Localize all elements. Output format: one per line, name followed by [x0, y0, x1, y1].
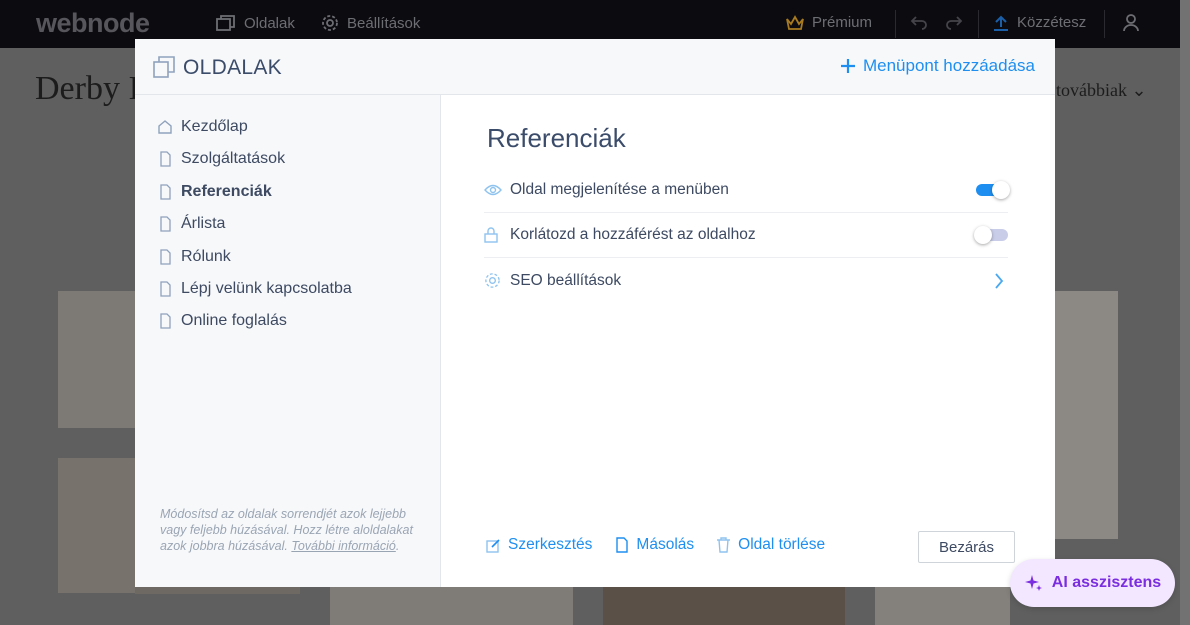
- copy-label: Másolás: [636, 536, 695, 553]
- selected-page-title: Referenciák: [487, 123, 626, 153]
- page-item-rolunk[interactable]: Rólunk: [157, 245, 231, 269]
- bg-image: [603, 587, 845, 625]
- trash-icon: [717, 537, 731, 553]
- delete-page-button[interactable]: Oldal törlése: [716, 536, 825, 554]
- undo-icon: [910, 16, 927, 30]
- plus-icon: [840, 59, 855, 73]
- webnode-logo: webnode: [36, 8, 150, 38]
- page-item-arlista[interactable]: Árlista: [157, 212, 225, 236]
- page-item-online-foglalas[interactable]: Online foglalás: [157, 309, 287, 333]
- modal-header: OLDALAK Menüpont hozzáadása: [135, 39, 1055, 95]
- bg-image: [330, 587, 573, 625]
- page-item-szolgaltatasok[interactable]: Szolgáltatások: [157, 147, 285, 171]
- redo-icon: [946, 16, 963, 30]
- premium-button[interactable]: Prémium: [786, 14, 872, 31]
- restrict-access-row[interactable]: Korlátozd a hozzáférést az oldalhoz: [484, 213, 1008, 258]
- add-menu-item-label: Menüpont hozzáadása: [862, 56, 1035, 75]
- account-button[interactable]: [1122, 14, 1140, 32]
- ai-assistant-button[interactable]: AI asszisztens: [1010, 559, 1175, 607]
- delete-page-label: Oldal törlése: [738, 536, 826, 553]
- toggle-knob: [974, 226, 992, 244]
- bg-image: [58, 291, 135, 428]
- ai-assistant-label: AI asszisztens: [1051, 574, 1162, 591]
- reorder-hint: Módosítsd az oldalak sorrendjét azok lej…: [160, 506, 425, 554]
- hint-end: .: [395, 539, 400, 553]
- copy-icon: [616, 537, 629, 553]
- page-item-label: Rólunk: [181, 248, 231, 265]
- sparkle-icon: [1024, 575, 1042, 591]
- site-menu-more-label: továbbiak: [1056, 80, 1127, 100]
- bg-image: [135, 587, 300, 594]
- nav-settings-label: Beállítások: [347, 14, 421, 32]
- home-icon: [158, 120, 172, 134]
- publish-label: Közzétesz: [1017, 14, 1087, 31]
- divider: [1104, 10, 1105, 38]
- pages-modal: OLDALAK Menüpont hozzáadása Kezdőlap Szo…: [135, 39, 1055, 587]
- upload-icon: [994, 15, 1008, 31]
- page-item-referenciak[interactable]: Referenciák: [157, 180, 272, 204]
- undo-button[interactable]: [910, 14, 928, 30]
- seo-settings-row[interactable]: SEO beállítások: [484, 258, 1008, 303]
- user-icon: [1123, 14, 1139, 32]
- lock-icon: [484, 227, 498, 243]
- eye-icon: [484, 184, 502, 196]
- site-title: Derby I: [35, 70, 140, 107]
- pages-icon: [153, 56, 175, 78]
- chevron-right-icon: [995, 272, 1004, 289]
- bg-image: [875, 587, 1010, 625]
- page-item-label: Árlista: [181, 215, 226, 232]
- page-item-label: Kezdőlap: [181, 118, 248, 135]
- edit-button[interactable]: Szerkesztés: [486, 536, 592, 554]
- nav-pages[interactable]: Oldalak: [216, 14, 295, 32]
- page-icon: [160, 249, 171, 265]
- publish-button[interactable]: Közzétesz: [993, 14, 1086, 31]
- page-item-label: Referenciák: [181, 183, 272, 200]
- show-in-menu-toggle[interactable]: [976, 181, 1010, 199]
- add-menu-item-button[interactable]: Menüpont hozzáadása: [840, 56, 1035, 76]
- more-info-link[interactable]: További információ: [291, 539, 395, 553]
- seo-settings-label: SEO beállítások: [510, 271, 622, 289]
- copy-button[interactable]: Másolás: [614, 536, 694, 554]
- site-menu-more: továbbiak ⌄: [1056, 80, 1147, 100]
- divider: [978, 10, 979, 38]
- page-item-kapcsolat[interactable]: Lépj velünk kapcsolatba: [157, 277, 352, 301]
- page-icon: [160, 151, 171, 167]
- page-icon: [160, 281, 171, 297]
- redo-button[interactable]: [945, 14, 963, 30]
- page-item-kezdolap[interactable]: Kezdőlap: [157, 115, 248, 139]
- toggle-knob: [992, 181, 1010, 199]
- restrict-access-toggle[interactable]: [974, 226, 1008, 244]
- show-in-menu-row[interactable]: Oldal megjelenítése a menüben: [484, 168, 1010, 213]
- gear-icon: [485, 273, 500, 288]
- crown-icon: [786, 14, 804, 30]
- page-icon: [160, 184, 171, 200]
- page-item-label: Online foglalás: [181, 312, 287, 329]
- page-icon: [160, 313, 171, 329]
- restrict-access-label: Korlátozd a hozzáférést az oldalhoz: [510, 226, 756, 243]
- page-actions: Szerkesztés Másolás Oldal törlése: [486, 536, 825, 554]
- bg-image: [58, 458, 135, 593]
- close-button[interactable]: Bezárás: [918, 531, 1015, 563]
- premium-label: Prémium: [812, 14, 873, 31]
- page-icon: [160, 216, 171, 232]
- page-item-label: Lépj velünk kapcsolatba: [181, 280, 352, 297]
- page-settings-panel: Referenciák Oldal megjelenítése a menübe…: [442, 95, 1055, 587]
- edit-icon: [486, 538, 500, 553]
- pages-sidebar: Kezdőlap Szolgáltatások Referenciák Árli…: [135, 95, 441, 587]
- show-in-menu-label: Oldal megjelenítése a menüben: [510, 181, 729, 198]
- page-item-label: Szolgáltatások: [181, 150, 286, 167]
- scrollbar[interactable]: [1180, 0, 1190, 625]
- gear-icon: [322, 15, 338, 31]
- nav-pages-label: Oldalak: [244, 14, 295, 32]
- divider: [895, 10, 896, 38]
- bg-image: [1055, 291, 1118, 539]
- modal-title: OLDALAK: [183, 56, 282, 79]
- edit-label: Szerkesztés: [508, 536, 593, 553]
- nav-settings[interactable]: Beállítások: [321, 14, 420, 32]
- pages-icon: [216, 15, 235, 31]
